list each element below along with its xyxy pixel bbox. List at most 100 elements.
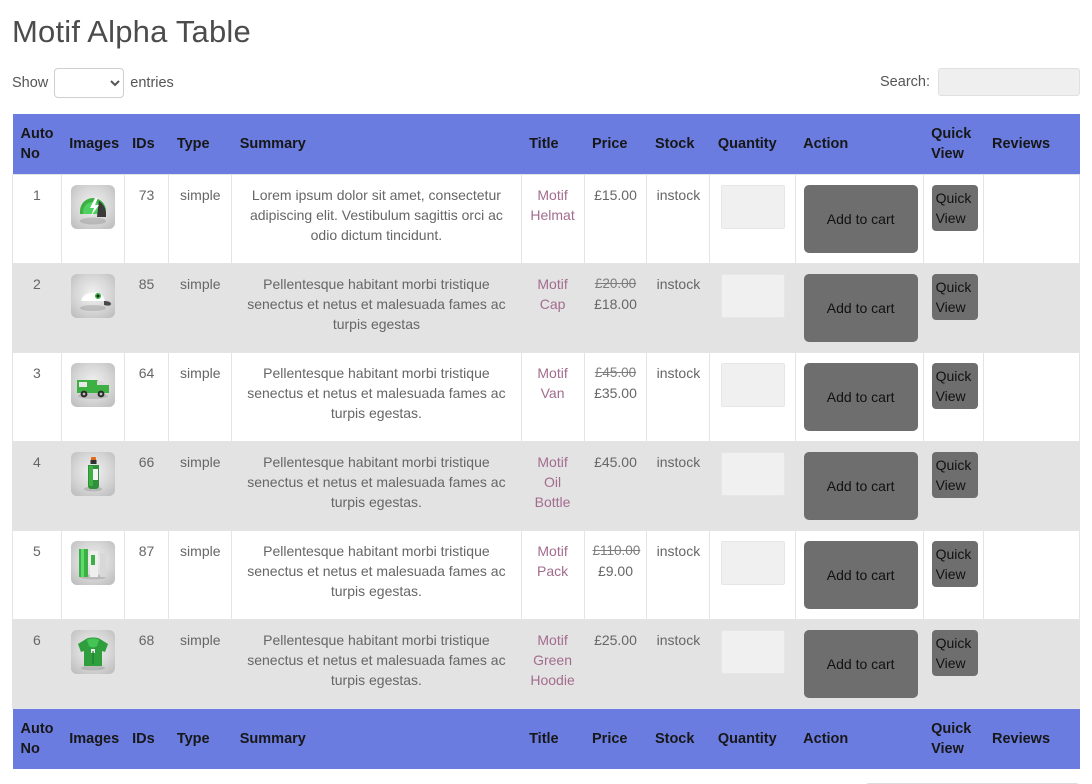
tf-quick-view: Quick View: [923, 709, 984, 770]
product-title-link[interactable]: Motif Helmat: [530, 187, 574, 223]
table-row: 364simplePellentesque habitant morbi tri…: [13, 353, 1080, 442]
pack-thumbnail[interactable]: [71, 541, 115, 585]
hoodie-thumbnail[interactable]: [71, 630, 115, 674]
cell-price: £110.00£9.00: [584, 531, 647, 620]
cap-thumbnail[interactable]: [71, 274, 115, 318]
tf-quantity: Quantity: [710, 709, 795, 770]
cell-quantity: [710, 442, 795, 531]
cell-price: £45.00: [584, 442, 647, 531]
cell-quantity: [710, 264, 795, 353]
quick-view-button[interactable]: Quick View: [932, 452, 978, 498]
cell-reviews: [984, 353, 1080, 442]
quick-view-button[interactable]: Quick View: [932, 630, 978, 676]
th-title[interactable]: Title: [521, 114, 584, 175]
cell-action: Add to cart: [795, 353, 923, 442]
quantity-input[interactable]: [721, 541, 785, 585]
product-title-link[interactable]: Motif Van: [537, 365, 567, 401]
th-images[interactable]: Images: [61, 114, 124, 175]
th-summary[interactable]: Summary: [232, 114, 521, 175]
cell-stock: instock: [647, 264, 710, 353]
table-header-row: Auto No Images IDs Type Summary Title Pr…: [13, 114, 1080, 175]
quantity-input[interactable]: [721, 185, 785, 229]
th-auto-no[interactable]: Auto No: [13, 114, 62, 175]
cell-price: £25.00: [584, 620, 647, 709]
cell-auto-no: 4: [13, 442, 62, 531]
cell-quantity: [710, 353, 795, 442]
th-price[interactable]: Price: [584, 114, 647, 175]
cell-type: simple: [169, 353, 232, 442]
table-row: 285simplePellentesque habitant morbi tri…: [13, 264, 1080, 353]
tf-type: Type: [169, 709, 232, 770]
th-stock[interactable]: Stock: [647, 114, 710, 175]
quantity-input[interactable]: [721, 274, 785, 318]
cell-quick-view: Quick View: [923, 442, 984, 531]
product-title-link[interactable]: Motif Pack: [537, 543, 568, 579]
th-action[interactable]: Action: [795, 114, 923, 175]
product-title-link[interactable]: Motif Green Hoodie: [530, 632, 574, 688]
price-current: £15.00: [594, 187, 637, 203]
van-thumbnail[interactable]: [71, 363, 115, 407]
cell-summary: Pellentesque habitant morbi tristique se…: [232, 442, 521, 531]
add-to-cart-button[interactable]: Add to cart: [804, 541, 918, 609]
th-reviews[interactable]: Reviews: [984, 114, 1080, 175]
quantity-input[interactable]: [721, 630, 785, 674]
quick-view-button[interactable]: Quick View: [932, 274, 978, 320]
cell-auto-no: 2: [13, 264, 62, 353]
add-to-cart-button[interactable]: Add to cart: [804, 363, 918, 431]
add-to-cart-button[interactable]: Add to cart: [804, 185, 918, 253]
products-table: Auto No Images IDs Type Summary Title Pr…: [12, 114, 1080, 769]
table-row: 587simplePellentesque habitant morbi tri…: [13, 531, 1080, 620]
product-title-link[interactable]: Motif Oil Bottle: [535, 454, 571, 510]
cell-type: simple: [169, 531, 232, 620]
cell-action: Add to cart: [795, 175, 923, 264]
entries-per-page-select[interactable]: [54, 68, 124, 98]
th-ids[interactable]: IDs: [124, 114, 169, 175]
cell-summary: Pellentesque habitant morbi tristique se…: [232, 353, 521, 442]
quantity-input[interactable]: [721, 452, 785, 496]
cell-summary: Lorem ipsum dolor sit amet, consectetur …: [232, 175, 521, 264]
length-control: Show entries: [12, 68, 174, 98]
th-quantity[interactable]: Quantity: [710, 114, 795, 175]
th-quick-view[interactable]: Quick View: [923, 114, 984, 175]
price-original: £45.00: [593, 363, 639, 383]
product-title-link[interactable]: Motif Cap: [537, 276, 567, 312]
table-controls: Show entries Search:: [12, 68, 1080, 106]
cell-summary: Pellentesque habitant morbi tristique se…: [232, 264, 521, 353]
table-footer-row: Auto No Images IDs Type Summary Title Pr…: [13, 709, 1080, 770]
add-to-cart-button[interactable]: Add to cart: [804, 274, 918, 342]
cell-auto-no: 5: [13, 531, 62, 620]
quick-view-button[interactable]: Quick View: [932, 363, 978, 409]
price-current: £45.00: [594, 454, 637, 470]
add-to-cart-button[interactable]: Add to cart: [804, 452, 918, 520]
helmet-thumbnail[interactable]: [71, 185, 115, 229]
cell-quantity: [710, 175, 795, 264]
cell-image: [61, 175, 124, 264]
cell-stock: instock: [647, 175, 710, 264]
add-to-cart-button[interactable]: Add to cart: [804, 630, 918, 698]
cell-action: Add to cart: [795, 442, 923, 531]
quick-view-button[interactable]: Quick View: [932, 185, 978, 231]
price-sale: £9.00: [593, 561, 639, 581]
cell-title: Motif Cap: [521, 264, 584, 353]
cell-reviews: [984, 442, 1080, 531]
cell-quantity: [710, 531, 795, 620]
price-original: £20.00: [593, 274, 639, 294]
price-original: £110.00: [593, 541, 639, 561]
price-sale: £18.00: [593, 294, 639, 314]
cell-stock: instock: [647, 531, 710, 620]
cell-reviews: [984, 264, 1080, 353]
cell-auto-no: 6: [13, 620, 62, 709]
cell-image: [61, 620, 124, 709]
oil-bottle-thumbnail[interactable]: [71, 452, 115, 496]
table-row: 668simplePellentesque habitant morbi tri…: [13, 620, 1080, 709]
cell-auto-no: 1: [13, 175, 62, 264]
cell-title: Motif Green Hoodie: [521, 620, 584, 709]
cell-stock: instock: [647, 442, 710, 531]
quick-view-button[interactable]: Quick View: [932, 541, 978, 587]
search-input[interactable]: [938, 68, 1080, 96]
tf-images: Images: [61, 709, 124, 770]
cell-price: £15.00: [584, 175, 647, 264]
th-type[interactable]: Type: [169, 114, 232, 175]
quantity-input[interactable]: [721, 363, 785, 407]
cell-reviews: [984, 620, 1080, 709]
